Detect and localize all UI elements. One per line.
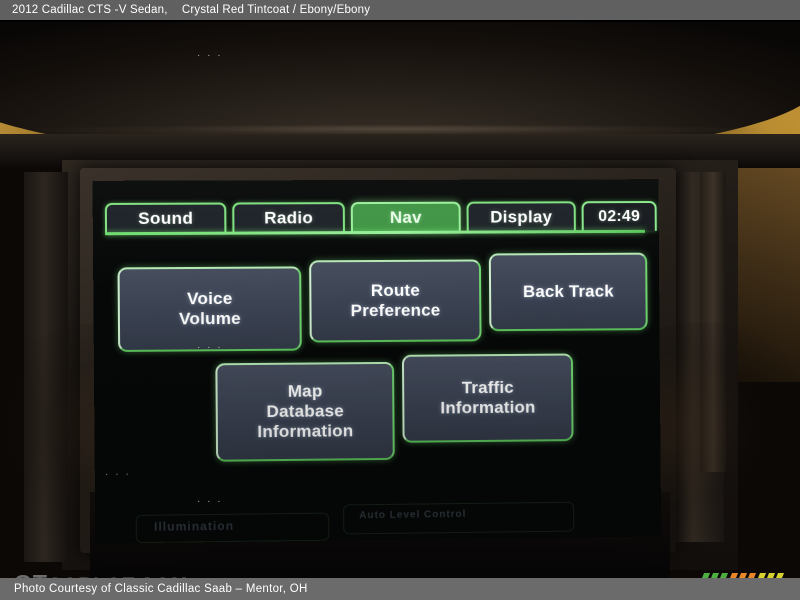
vehicle-interior-photo: Sound Radio Nav Display 02:49 Voice Volum…	[0, 22, 800, 578]
dust-speck-low: · · ·	[197, 496, 223, 507]
tab-nav[interactable]: Nav	[350, 201, 461, 233]
dust-speck-mid: · · ·	[197, 342, 223, 353]
button-voice-volume[interactable]: Voice Volume	[117, 266, 302, 352]
tab-radio[interactable]: Radio	[232, 202, 345, 233]
button-traffic-information[interactable]: Traffic Information	[401, 353, 574, 443]
dust-speck-screen: · · ·	[104, 468, 131, 481]
tab-sound[interactable]: Sound	[104, 202, 227, 234]
button-map-database-information[interactable]: Map Database Information	[215, 361, 395, 462]
photo-credit-bar: Photo Courtesy of Classic Cadillac Saab …	[0, 578, 800, 600]
photo-credit-text: Photo Courtesy of Classic Cadillac Saab …	[14, 583, 308, 595]
clock-display: 02:49	[581, 201, 657, 232]
dust-speck-top: · · ·	[197, 50, 223, 61]
tab-display[interactable]: Display	[466, 201, 576, 232]
title-spacer	[171, 4, 178, 16]
reflection-label-auto-level: Auto Level Control	[359, 508, 467, 522]
screenshot-root: 2012 Cadillac CTS -V Sedan, Crystal Red …	[0, 0, 800, 600]
button-back-track[interactable]: Back Track	[488, 252, 648, 332]
button-route-preference[interactable]: Route Preference	[309, 259, 482, 343]
watermark-prefix: GT	[14, 570, 48, 578]
reflection-label-illumination: Illumination	[153, 518, 235, 534]
gtcarlot-watermark: GTCARLOT.COM	[14, 570, 189, 578]
infotainment-screen[interactable]: Sound Radio Nav Display 02:49 Voice Volum…	[92, 179, 662, 544]
vehicle-colors: Crystal Red Tintcoat / Ebony/Ebony	[181, 4, 371, 16]
vehicle-title-bar: 2012 Cadillac CTS -V Sedan, Crystal Red …	[0, 0, 800, 20]
vehicle-title: 2012 Cadillac CTS -V Sedan,	[12, 4, 168, 16]
